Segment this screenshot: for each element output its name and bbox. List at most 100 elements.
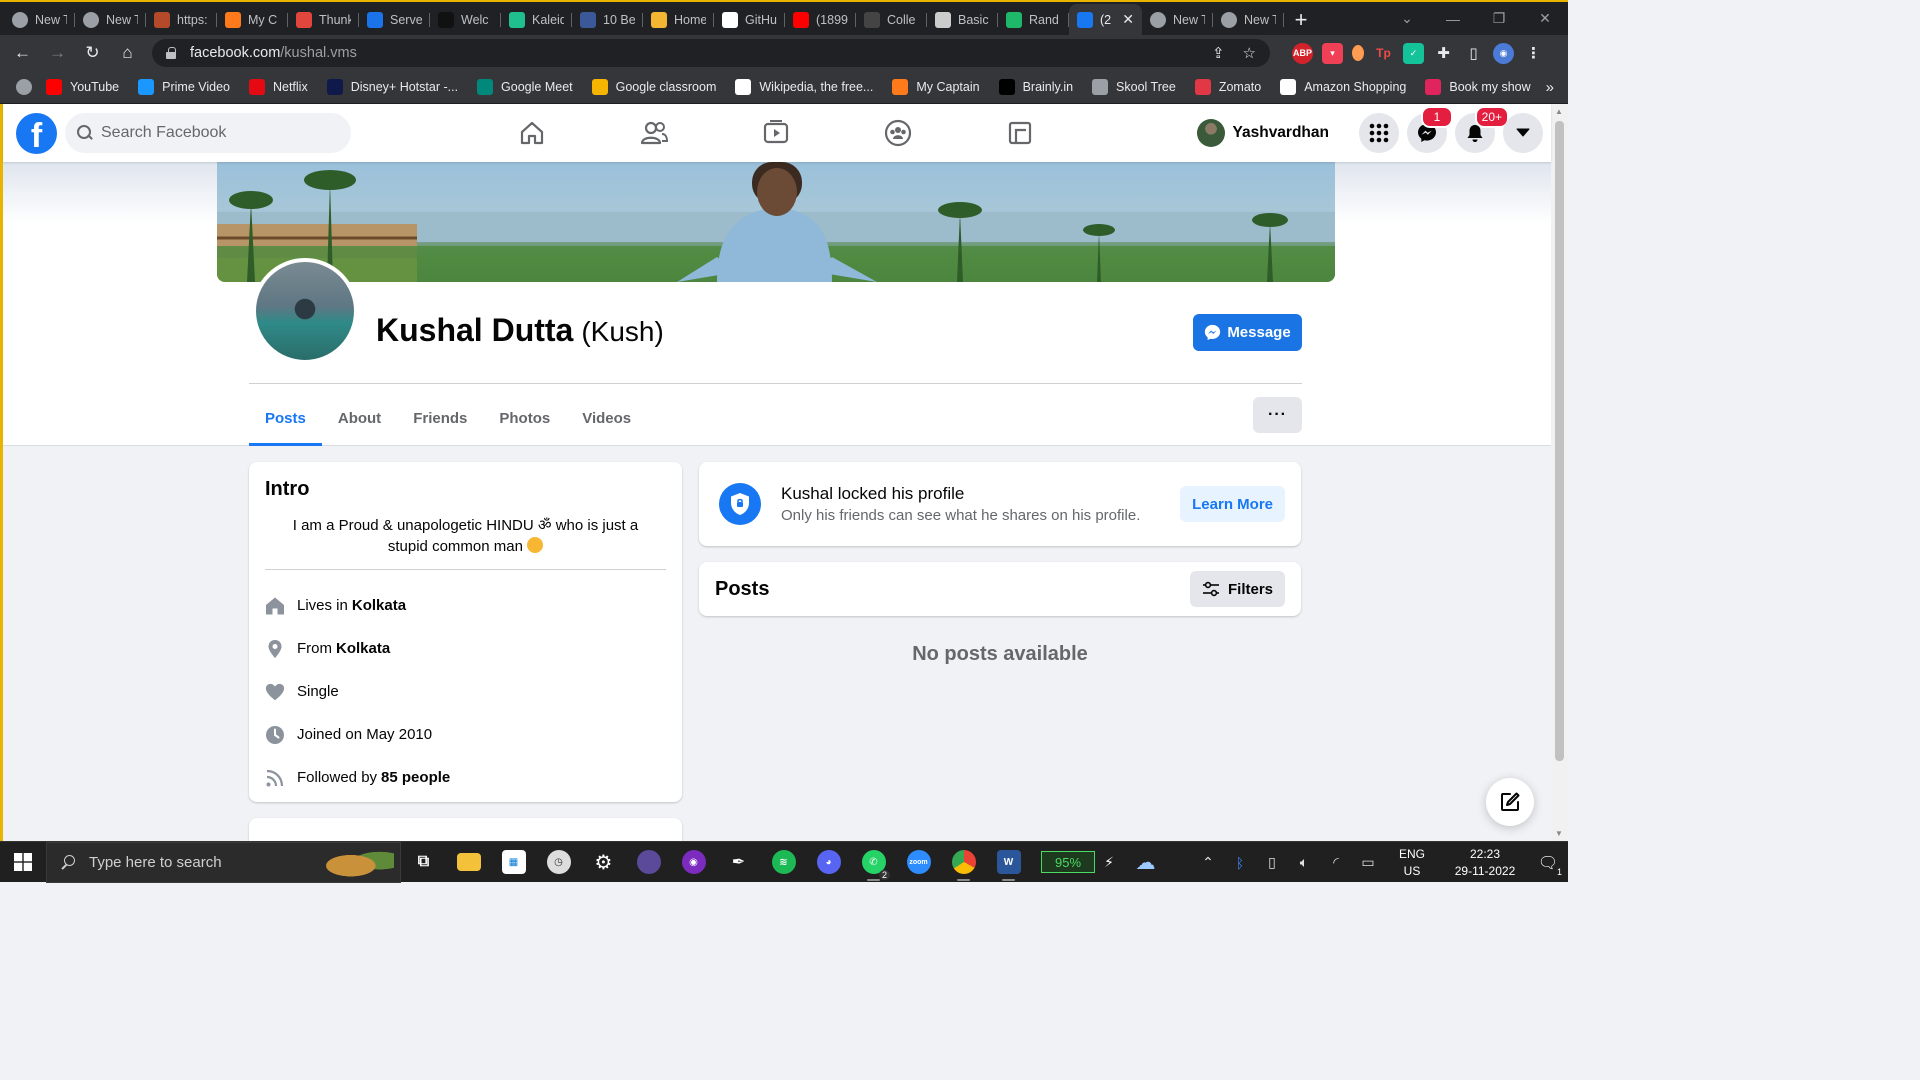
bookmark-item[interactable]: Netflix <box>248 79 308 95</box>
bookmark-item[interactable]: Brainly.in <box>998 79 1073 95</box>
bookmark-item[interactable]: Book my show <box>1425 79 1531 95</box>
bookmark-item[interactable]: YouTube <box>46 79 119 95</box>
nav-friends[interactable] <box>593 104 715 162</box>
taskbar-search-input[interactable]: Type here to search <box>46 841 401 883</box>
nav-groups[interactable] <box>837 104 959 162</box>
facebook-search-input[interactable]: Search Facebook <box>65 113 351 153</box>
clock-app-button[interactable]: ◷ <box>536 842 581 883</box>
more-bookmarks-icon[interactable]: » <box>1546 79 1554 96</box>
task-view-button[interactable]: ⧉ <box>401 842 446 883</box>
home-icon[interactable]: ⌂ <box>111 38 144 68</box>
bookmark-star-icon[interactable]: ☆ <box>1243 44 1256 62</box>
scrollbar-thumb[interactable] <box>1555 121 1564 761</box>
chrome-menu-icon[interactable]: ⋮ <box>1523 43 1544 64</box>
new-message-button[interactable] <box>1486 778 1534 826</box>
scroll-up-icon[interactable]: ▲ <box>1555 107 1563 116</box>
chrome-button[interactable] <box>941 842 986 883</box>
browser-tab[interactable]: New T <box>75 4 146 35</box>
adblock-plus-icon[interactable]: ABP <box>1292 42 1313 64</box>
scroll-down-icon[interactable]: ▼ <box>1555 829 1563 838</box>
bookmark-apps[interactable] <box>16 79 32 95</box>
cover-photo[interactable] <box>217 162 1335 282</box>
word-button[interactable]: W <box>986 842 1031 883</box>
tab-videos[interactable]: Videos <box>566 390 647 446</box>
reload-icon[interactable]: ↻ <box>76 38 109 68</box>
usb-icon[interactable]: ▯ <box>1256 854 1288 871</box>
browser-tab[interactable]: Home <box>643 4 714 35</box>
bookmark-item[interactable]: Disney+ Hotstar -... <box>326 79 458 95</box>
forward-icon[interactable]: → <box>41 38 74 68</box>
nav-home[interactable] <box>471 104 593 162</box>
tab-search-icon[interactable]: ⌄ <box>1384 10 1430 27</box>
chevron-up-icon[interactable]: ⌃ <box>1192 854 1224 871</box>
bookmark-item[interactable]: Zomato <box>1194 79 1261 95</box>
discord-button[interactable]: ◕ <box>806 842 851 883</box>
bookmark-item[interactable]: Skool Tree <box>1092 79 1176 95</box>
browser-tab[interactable]: (2 ✕ <box>1069 4 1142 35</box>
display-icon[interactable]: ▭ <box>1352 854 1384 871</box>
nav-gaming[interactable] <box>959 104 1081 162</box>
browser-tab[interactable]: Basic <box>927 4 998 35</box>
followers-count-link[interactable]: 85 people <box>381 769 450 786</box>
wifi-icon[interactable]: ◜ <box>1320 854 1352 871</box>
volume-icon[interactable]: 🔈︎ <box>1288 854 1320 871</box>
testbook-icon[interactable]: Tp <box>1373 43 1394 64</box>
browser-tab[interactable]: New T <box>4 4 75 35</box>
new-tab-button[interactable]: + <box>1284 4 1318 35</box>
messenger-button[interactable]: 1 <box>1407 106 1453 153</box>
close-window-button[interactable]: ✕ <box>1522 10 1568 27</box>
profile-picture[interactable] <box>252 258 358 364</box>
nav-watch[interactable] <box>715 104 837 162</box>
extensions-puzzle-icon[interactable]: ✚ <box>1433 43 1454 64</box>
menu-button[interactable] <box>1359 113 1399 153</box>
restore-button[interactable]: ❐ <box>1476 10 1522 27</box>
browser-tab[interactable]: New T <box>1213 4 1284 35</box>
browser-tab[interactable]: Thunk <box>288 4 359 35</box>
bookmark-item[interactable]: Amazon Shopping <box>1280 79 1406 95</box>
tab-posts[interactable]: Posts <box>249 390 322 446</box>
browser-tab[interactable]: https: <box>146 4 217 35</box>
tab-photos[interactable]: Photos <box>483 390 566 446</box>
browser-tab[interactable]: Colle <box>856 4 927 35</box>
lives-city-link[interactable]: Kolkata <box>352 597 406 614</box>
media-app-button[interactable]: ◉ <box>671 842 716 883</box>
close-tab-icon[interactable]: ✕ <box>1122 11 1134 28</box>
start-button[interactable] <box>0 842 46 883</box>
facebook-logo-icon[interactable]: f <box>16 112 57 154</box>
back-icon[interactable]: ← <box>6 38 39 68</box>
browser-tab[interactable]: Kaleid <box>501 4 572 35</box>
filters-button[interactable]: Filters <box>1189 571 1285 607</box>
profile-shortcut[interactable]: Yashvardhan <box>1193 115 1342 151</box>
store-button[interactable]: ▦ <box>491 842 536 883</box>
bluetooth-icon[interactable]: ᛒ <box>1224 855 1256 871</box>
inkscape-button[interactable]: ✒ <box>716 842 761 883</box>
from-city-link[interactable]: Kolkata <box>336 640 390 657</box>
bookmark-item[interactable]: My Captain <box>892 79 980 95</box>
bookmark-item[interactable]: Google Meet <box>477 79 573 95</box>
bookmark-item[interactable]: Google classroom <box>591 79 716 95</box>
weather-button[interactable]: ☁ <box>1123 842 1168 883</box>
learn-more-button[interactable]: Learn More <box>1180 486 1285 522</box>
tab-about[interactable]: About <box>322 390 397 446</box>
more-options-button[interactable]: ··· <box>1253 397 1302 433</box>
taskbar-clock[interactable]: 22:23 29-11-2022 <box>1442 846 1528 880</box>
profile-avatar-icon[interactable]: ◉ <box>1493 42 1514 64</box>
extension-orange-icon[interactable] <box>1352 45 1364 61</box>
power-plug-button[interactable]: ⚡ <box>1095 842 1123 883</box>
file-explorer-button[interactable] <box>446 842 491 883</box>
whatsapp-button[interactable]: ✆ 2 <box>851 842 896 883</box>
spotify-button[interactable]: ≋ <box>761 842 806 883</box>
pocket-icon[interactable]: ▾ <box>1322 42 1343 64</box>
input-language[interactable]: ENG US <box>1392 846 1432 880</box>
grammarly-icon[interactable]: ✓ <box>1403 42 1424 64</box>
browser-tab[interactable]: New T <box>1142 4 1213 35</box>
minimize-button[interactable]: — <box>1430 11 1476 27</box>
browser-tab[interactable]: (1899 <box>785 4 856 35</box>
browser-tab[interactable]: 10 Be <box>572 4 643 35</box>
browser-tab[interactable]: My C <box>217 4 288 35</box>
share-icon[interactable]: ⇪ <box>1212 44 1225 62</box>
browser-tab[interactable]: Welc <box>430 4 501 35</box>
tab-friends[interactable]: Friends <box>397 390 483 446</box>
bookmark-item[interactable]: Wikipedia, the free... <box>735 79 873 95</box>
account-button[interactable] <box>1503 113 1543 153</box>
